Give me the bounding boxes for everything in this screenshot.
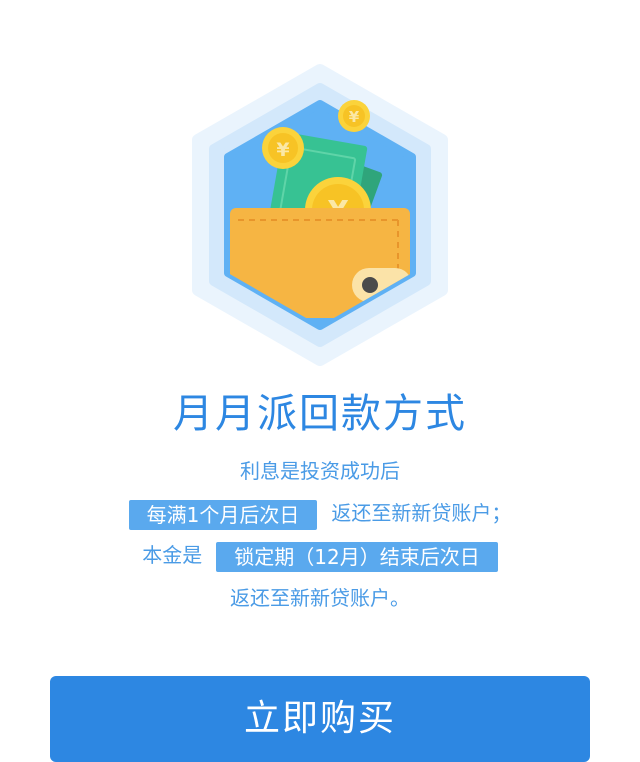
buy-now-button[interactable]: 立即购买 — [50, 676, 590, 762]
interest-schedule-highlight: 每满1个月后次日 — [128, 499, 318, 530]
description-line-1: 利息是投资成功后 — [0, 456, 640, 486]
description-text: 利息是投资成功后 — [240, 459, 400, 483]
description-line-2: 每满1个月后次日 返还至新新贷账户； — [0, 497, 640, 530]
description-text: 返还至新新贷账户。 — [230, 586, 410, 610]
svg-text:¥: ¥ — [276, 139, 289, 161]
description-line-3: 本金是 锁定期（12月）结束后次日 — [0, 539, 640, 572]
coin-small-top: ¥ — [338, 100, 370, 132]
page-title: 月月派回款方式 — [173, 391, 467, 437]
description-text: 返还至新新贷账户； — [331, 501, 512, 525]
svg-text:¥: ¥ — [349, 108, 360, 126]
principal-schedule-highlight: 锁定期（12月）结束后次日 — [216, 541, 498, 572]
coin-small-left: ¥ — [262, 127, 304, 169]
description-line-4: 返还至新新贷账户。 — [0, 582, 640, 614]
description-text: 本金是 — [142, 543, 203, 567]
wallet-with-money-icon: ¥ ¥ ¥ — [180, 60, 460, 370]
